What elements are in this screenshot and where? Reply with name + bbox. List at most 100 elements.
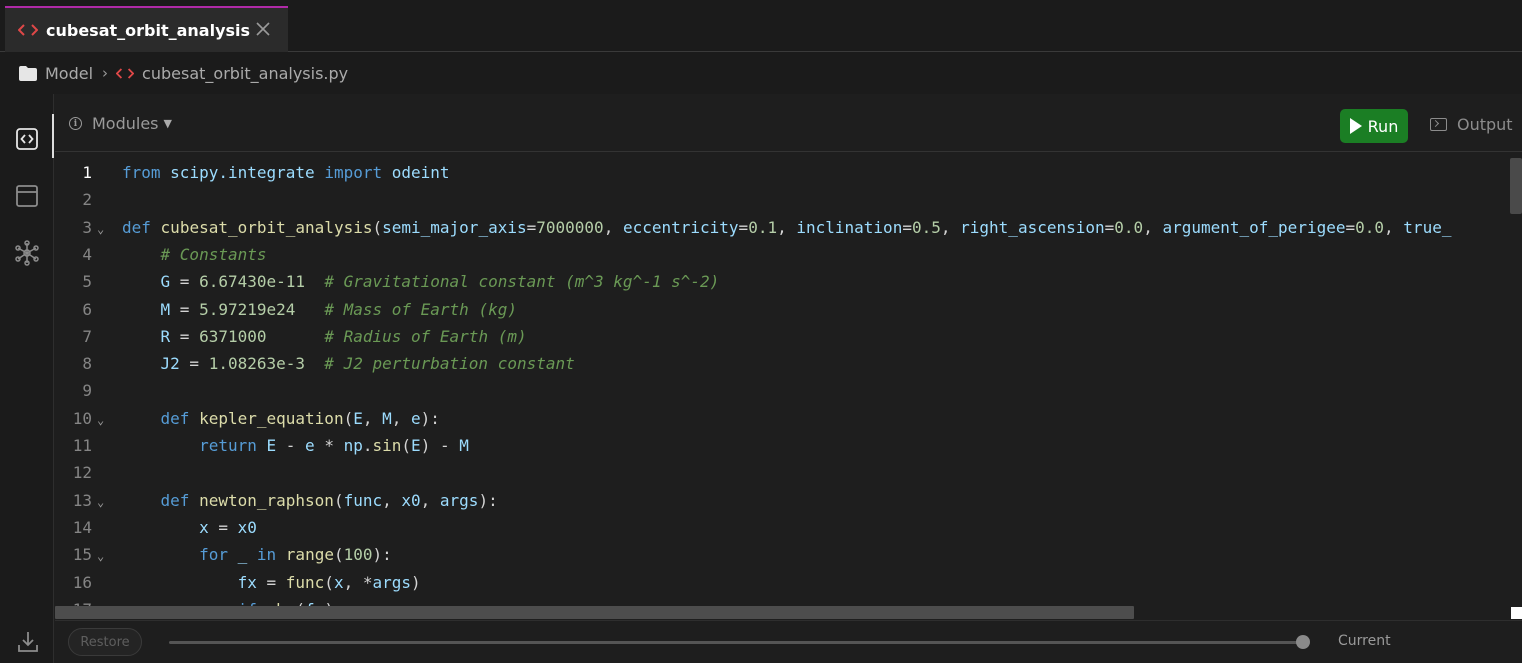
- line-number: 1: [82, 163, 92, 182]
- code-editor-icon[interactable]: [14, 126, 40, 152]
- fold-chevron-icon[interactable]: ⌄: [97, 216, 104, 243]
- code-token: ) -: [420, 436, 460, 455]
- code-brackets-icon: [116, 67, 135, 80]
- code-token: M: [160, 299, 171, 319]
- code-line[interactable]: 10 ⌄ def kepler_equation(E, M, e):: [55, 405, 1510, 432]
- code-line[interactable]: 13 ⌄ def newton_raphson(func, x0, args):: [55, 487, 1510, 514]
- code-token: def: [160, 408, 190, 428]
- code-token: from: [122, 163, 161, 182]
- close-icon[interactable]: [254, 20, 272, 38]
- run-button[interactable]: Run: [1340, 109, 1408, 143]
- code-line[interactable]: 11 return E - e * np.sin(E) - M: [55, 432, 1510, 459]
- code-token: right_ascension: [960, 217, 1105, 237]
- breadcrumb-file[interactable]: cubesat_orbit_analysis.py: [142, 64, 348, 83]
- code-line[interactable]: 2: [55, 186, 1510, 213]
- download-icon[interactable]: [17, 630, 39, 654]
- code-token: =: [1104, 217, 1115, 237]
- tab-cubesat-orbit-analysis[interactable]: cubesat_orbit_analysis: [5, 6, 288, 52]
- code-token: e: [305, 436, 315, 455]
- modules-label: Modules: [92, 114, 159, 133]
- code-line[interactable]: 8 J2 = 1.08263e-3 # J2 perturbation cons…: [55, 350, 1510, 377]
- code-token: func: [343, 490, 383, 510]
- code-line[interactable]: 3 ⌄ def cubesat_orbit_analysis(semi_major_…: [55, 214, 1510, 241]
- line-number: 5: [82, 272, 92, 292]
- code-text: R = 6371000 # Radius of Earth (m): [122, 323, 527, 350]
- vertical-scrollbar[interactable]: [1510, 158, 1522, 214]
- network-graph-icon[interactable]: [14, 240, 40, 266]
- fold-chevron-icon[interactable]: ⌄: [97, 407, 104, 434]
- code-token: 6.67430e-11: [199, 272, 306, 292]
- code-text: def kepler_equation(E, M, e):: [122, 405, 440, 432]
- code-token: # Mass of Earth (kg): [324, 299, 517, 319]
- code-token: sin: [372, 436, 402, 455]
- code-line[interactable]: 5 G = 6.67430e-11 # Gravitational consta…: [55, 268, 1510, 295]
- code-editor[interactable]: 1 from scipy.integrate import odeint 2 3 ⌄ de…: [55, 152, 1510, 606]
- code-token: odeint: [391, 163, 450, 182]
- history-slider-thumb[interactable]: [1296, 635, 1310, 649]
- horizontal-scrollbar[interactable]: [55, 606, 1134, 619]
- caret-down-icon: ▼: [163, 117, 172, 130]
- code-token: ,: [362, 408, 383, 428]
- code-token: =: [1345, 217, 1356, 237]
- code-line[interactable]: 16 fx = func(x, *args): [55, 569, 1510, 596]
- code-token: e: [411, 408, 421, 428]
- code-line[interactable]: 12: [55, 459, 1510, 486]
- code-token: kepler_equation: [199, 408, 344, 428]
- history-slider-track[interactable]: [169, 641, 1303, 644]
- code-token: =: [170, 272, 200, 292]
- code-token: =: [208, 517, 238, 537]
- code-token: _: [237, 545, 248, 565]
- history-bar: Restore Current: [55, 620, 1522, 663]
- activity-bar: [0, 94, 54, 663]
- code-token: M: [382, 408, 392, 428]
- code-token: =: [738, 217, 749, 237]
- code-token: =: [170, 299, 200, 319]
- code-line[interactable]: 7 R = 6371000 # Radius of Earth (m): [55, 323, 1510, 350]
- fold-chevron-icon[interactable]: ⌄: [97, 489, 104, 516]
- code-token: 0.0: [1114, 217, 1144, 237]
- code-token: true_: [1403, 217, 1452, 237]
- window-panel-icon[interactable]: [14, 183, 40, 209]
- code-line[interactable]: 1 from scipy.integrate import odeint: [55, 159, 1510, 186]
- code-token: (: [401, 436, 412, 455]
- code-line[interactable]: 17 if abs(fx): [55, 596, 1510, 606]
- info-icon: i: [69, 117, 82, 130]
- code-text: from scipy.integrate import odeint: [122, 159, 450, 186]
- code-line[interactable]: 14 x = x0: [55, 514, 1510, 541]
- code-token: return: [199, 436, 257, 455]
- code-token: # Constants: [160, 244, 267, 264]
- code-token: 0.0: [1355, 217, 1385, 237]
- code-token: # Radius of Earth (m): [324, 326, 527, 346]
- output-button[interactable]: Output: [1430, 115, 1513, 134]
- code-token: args: [439, 490, 479, 510]
- code-token: 1.08263e-3: [208, 354, 306, 374]
- code-token: import: [324, 163, 383, 182]
- modules-dropdown[interactable]: i Modules ▼: [69, 114, 172, 133]
- code-token: ):: [372, 545, 392, 565]
- fold-chevron-icon[interactable]: ⌄: [97, 543, 104, 570]
- code-line[interactable]: 9: [55, 377, 1510, 404]
- code-line[interactable]: 4 # Constants: [55, 241, 1510, 268]
- code-token: 0.1: [748, 217, 778, 237]
- code-token: ): [411, 572, 421, 592]
- code-token: ,: [940, 217, 961, 237]
- breadcrumb-separator: ›: [102, 64, 109, 82]
- code-token: .: [362, 436, 373, 455]
- code-text: def cubesat_orbit_analysis(semi_major_ax…: [122, 214, 1451, 241]
- code-token: ,: [777, 217, 797, 237]
- code-token: E: [411, 436, 421, 455]
- code-line[interactable]: 6 M = 5.97219e24 # Mass of Earth (kg): [55, 296, 1510, 323]
- code-line[interactable]: 15 ⌄ for _ in range(100):: [55, 541, 1510, 568]
- breadcrumb-model[interactable]: Model: [45, 64, 93, 83]
- code-token: cubesat_orbit_analysis: [160, 217, 373, 237]
- restore-button[interactable]: Restore: [68, 628, 142, 656]
- code-token: x: [199, 517, 209, 537]
- code-token: 100: [343, 545, 373, 565]
- code-token: =: [256, 572, 286, 592]
- code-token: (: [343, 408, 354, 428]
